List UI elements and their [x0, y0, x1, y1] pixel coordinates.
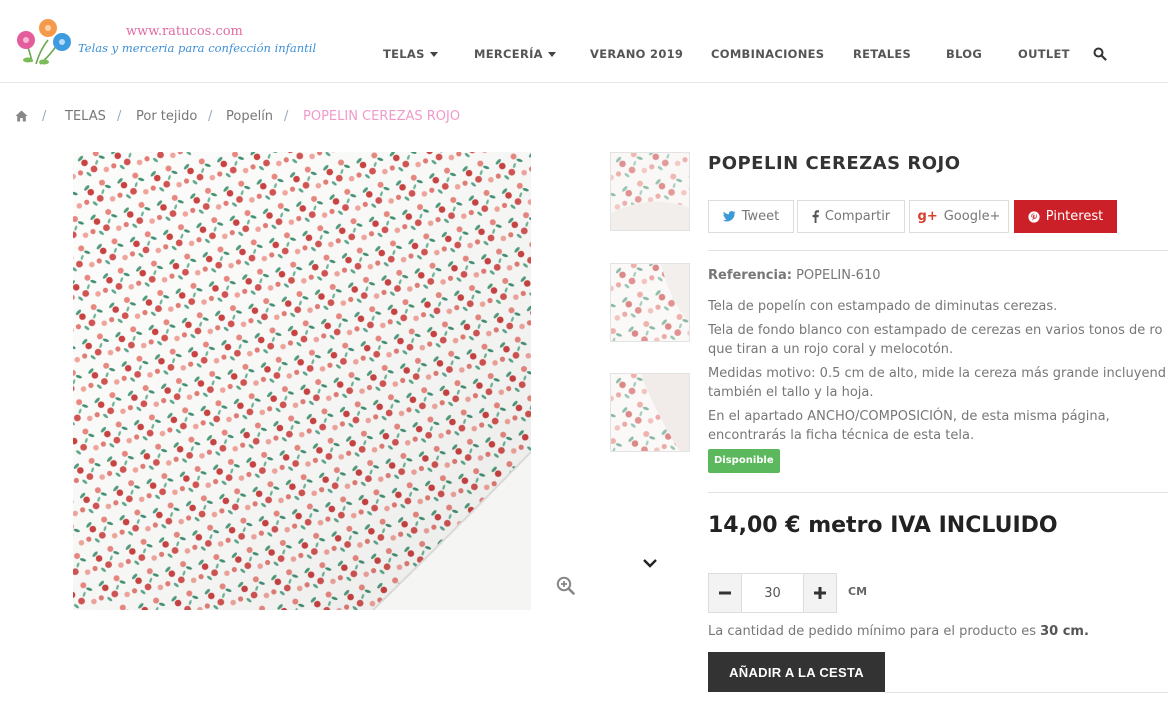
- description-line: Medidas motivo: 0.5 cm de alto, mide la …: [708, 366, 1166, 381]
- site-logo[interactable]: www.ratucos.com Telas y merceria para co…: [14, 14, 316, 70]
- min-note-text: La cantidad de pedido mínimo para el pro…: [708, 624, 1041, 639]
- facebook-icon: [812, 210, 819, 223]
- divider: [708, 250, 1168, 251]
- nav-item-telas[interactable]: TELAS: [383, 47, 438, 63]
- divider: [708, 492, 1168, 493]
- add-to-cart-button[interactable]: AÑADIR A LA CESTA: [708, 652, 885, 692]
- breadcrumb-item-por-tejido[interactable]: Por tejido: [136, 109, 197, 124]
- product-title: POPELIN CEREZAS ROJO: [708, 153, 961, 174]
- cherry-fabric-image: [73, 152, 531, 610]
- caret-down-icon: [429, 52, 438, 57]
- description-line: En el apartado ANCHO/COMPOSICIÓN, de est…: [708, 409, 1110, 424]
- site-header: www.ratucos.com Telas y merceria para co…: [0, 0, 1168, 83]
- facebook-share-button[interactable]: Compartir: [797, 200, 905, 233]
- product-price: 14,00 € metro IVA INCLUIDO: [708, 513, 1058, 538]
- quantity-unit: CM: [848, 585, 868, 598]
- pinterest-label: Pinterest: [1045, 209, 1104, 224]
- tweet-button[interactable]: Tweet: [708, 200, 794, 233]
- nav-label: RETALES: [853, 47, 912, 61]
- nav-item-verano-2019[interactable]: VERANO 2019: [590, 47, 683, 63]
- quantity-decrease-button[interactable]: [708, 573, 742, 613]
- min-note-value: 30 cm.: [1040, 624, 1089, 639]
- reference-label: Referencia:: [708, 268, 792, 283]
- site-tagline: Telas y merceria para confección infanti…: [78, 41, 317, 55]
- description-line: encontrarás la ficha técnica de esta tel…: [708, 428, 975, 443]
- nav-item-retales[interactable]: RETALES: [853, 47, 911, 63]
- product-thumbnail[interactable]: [610, 152, 690, 231]
- google-plus-icon: g+: [917, 209, 938, 224]
- minimum-quantity-note: La cantidad de pedido mínimo para el pro…: [708, 624, 1089, 639]
- product-thumbnail[interactable]: [610, 263, 690, 342]
- description-line: Tela de popelín con estampado de diminut…: [708, 299, 1058, 314]
- breadcrumb: / TELAS / Por tejido / Popelín / POPELIN…: [15, 109, 495, 127]
- nav-label: TELAS: [383, 47, 425, 61]
- plus-icon: [814, 587, 826, 599]
- nav-item-combinaciones[interactable]: COMBINACIONES: [711, 47, 824, 63]
- nav-label: BLOG: [946, 47, 983, 61]
- product-thumbnail[interactable]: [610, 373, 690, 452]
- chevron-down-icon[interactable]: [641, 557, 659, 569]
- facebook-label: Compartir: [824, 209, 891, 224]
- nav-label: MERCERÍA: [474, 47, 543, 61]
- product-description: Tela de popelín con estampado de diminut…: [708, 297, 1168, 450]
- divider: [885, 692, 1168, 693]
- breadcrumb-item-telas[interactable]: TELAS: [65, 109, 106, 124]
- google-plus-label: Google+: [943, 209, 1001, 224]
- description-line: también el tallo y la hoja.: [708, 385, 874, 400]
- description-line: Tela de fondo blanco con estampado de ce…: [708, 323, 1163, 338]
- site-url: www.ratucos.com: [126, 24, 243, 39]
- nav-label: COMBINACIONES: [711, 47, 825, 61]
- product-reference: Referencia: POPELIN-610: [708, 268, 881, 283]
- breadcrumb-separator: /: [284, 109, 289, 124]
- google-plus-button[interactable]: g+ Google+: [909, 200, 1009, 233]
- thumbnail-image: [611, 374, 689, 451]
- breadcrumb-current: POPELIN CEREZAS ROJO: [303, 109, 461, 124]
- home-icon[interactable]: [15, 110, 28, 122]
- breadcrumb-item-popelin[interactable]: Popelín: [226, 109, 273, 124]
- thumbnail-image: [611, 153, 689, 230]
- breadcrumb-separator: /: [42, 109, 47, 124]
- product-main-image[interactable]: [73, 152, 531, 610]
- breadcrumb-separator: /: [208, 109, 213, 124]
- availability-badge: Disponible: [708, 449, 780, 473]
- nav-item-merceria[interactable]: MERCERÍA: [474, 47, 556, 63]
- quantity-increase-button[interactable]: [803, 573, 837, 613]
- pinterest-button[interactable]: Pinterest: [1014, 200, 1117, 233]
- nav-item-blog[interactable]: BLOG: [946, 47, 982, 63]
- flowers-logo-icon: [17, 19, 71, 65]
- caret-down-icon: [547, 52, 556, 57]
- nav-label: VERANO 2019: [590, 47, 684, 61]
- nav-label: OUTLET: [1018, 47, 1070, 61]
- nav-item-outlet[interactable]: OUTLET: [1018, 47, 1070, 63]
- breadcrumb-separator: /: [117, 109, 122, 124]
- twitter-icon: [722, 211, 736, 222]
- search-icon[interactable]: [1093, 47, 1107, 61]
- thumbnail-image: [611, 264, 689, 341]
- pinterest-icon: [1028, 210, 1040, 223]
- minus-icon: [719, 591, 731, 595]
- quantity-input[interactable]: [742, 573, 803, 613]
- tweet-label: Tweet: [741, 209, 780, 224]
- zoom-in-icon[interactable]: [556, 576, 575, 595]
- description-line: que tiran a un rojo coral y melocotón.: [708, 342, 954, 357]
- reference-value: POPELIN-610: [796, 268, 881, 283]
